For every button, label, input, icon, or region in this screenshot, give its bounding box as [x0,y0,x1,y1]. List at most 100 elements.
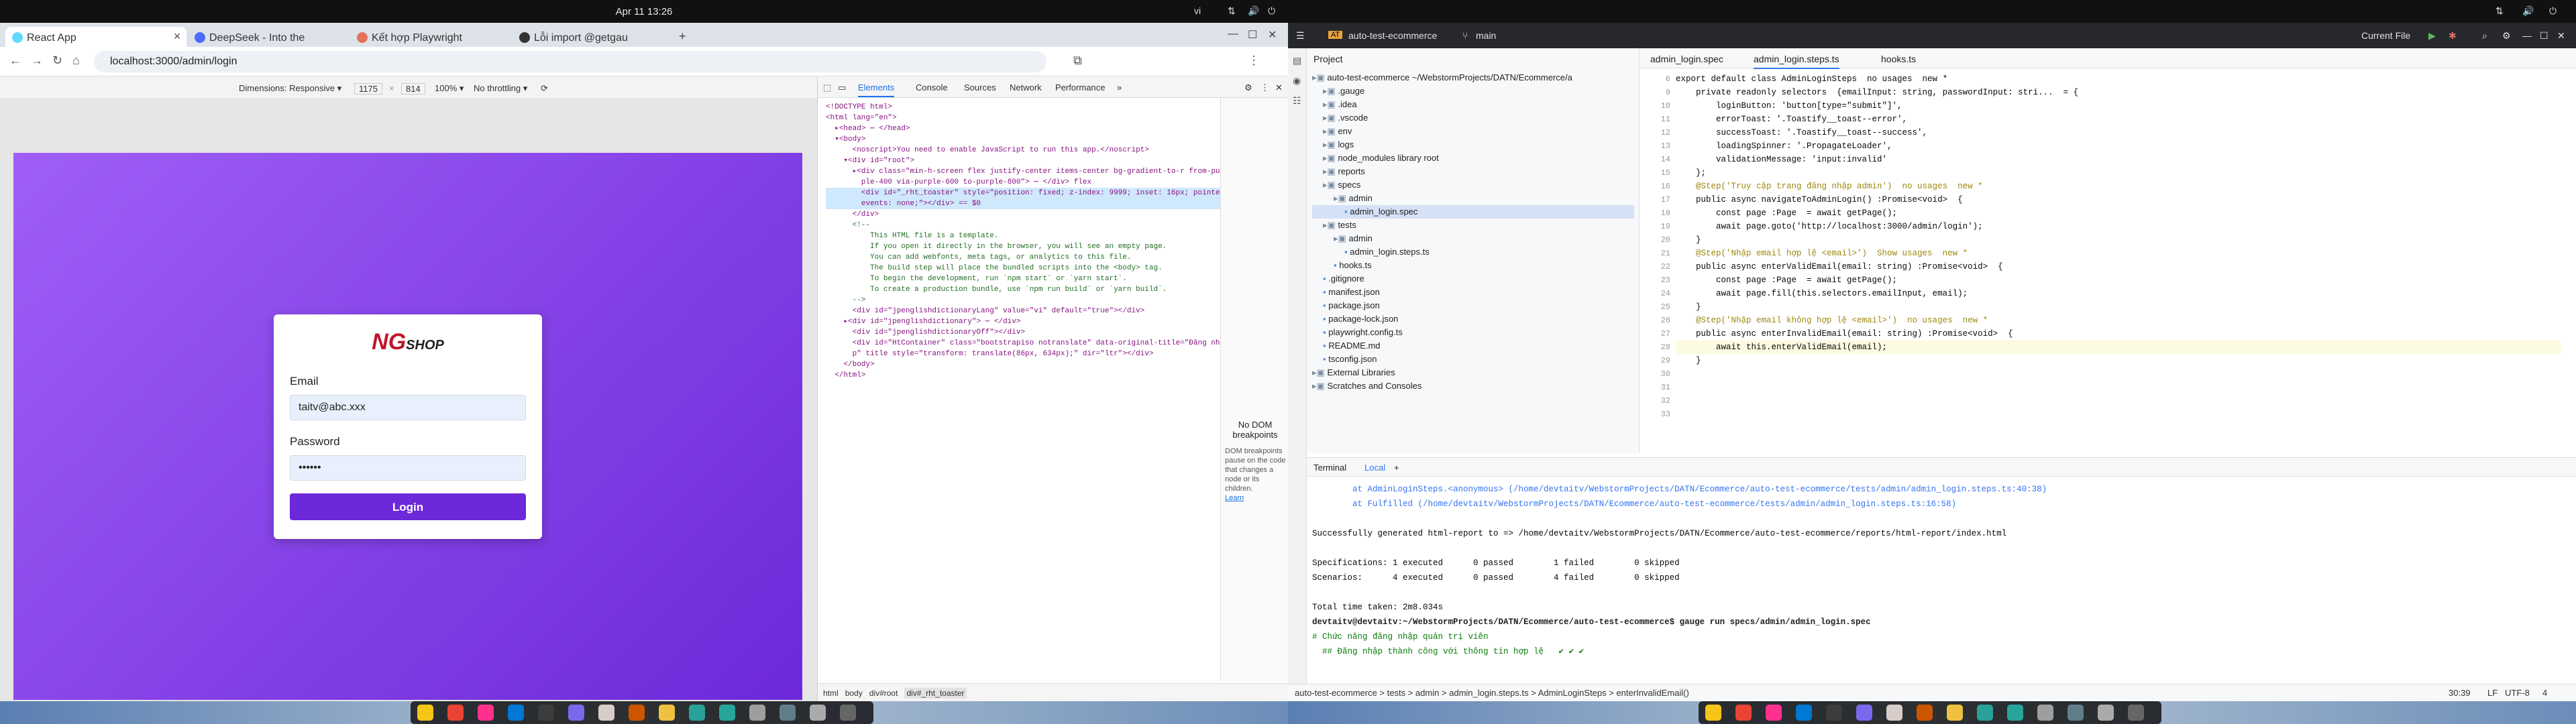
dock-app-icon[interactable] [417,705,433,721]
extensions-icon[interactable]: ⧉ [1073,54,1082,68]
code-line[interactable]: successToast: '.Toastify__toast--success… [1676,126,2561,139]
tree-item-folder[interactable]: ▸▣ specs [1312,178,1634,192]
code-line[interactable]: public async enterInvalidEmail(email: st… [1676,327,2561,341]
tree-item-file[interactable]: ▪ hooks.ts [1312,259,1634,272]
network-icon[interactable]: ⇅ [1228,5,1236,17]
tree-item-folder[interactable]: ▸▣ admin [1312,232,1634,245]
code-line[interactable]: public async enterValidEmail(email: stri… [1676,260,2561,274]
kebab-icon[interactable]: ⋮ [1260,82,1269,93]
dom-node-line[interactable]: If you open it directly in the browser, … [826,241,1220,252]
close-tab-icon[interactable]: ✕ [173,31,181,42]
dom-node-line[interactable]: --> [826,295,1220,306]
navigation-breadcrumb[interactable]: auto-test-ecommerce > tests > admin > ad… [1295,688,1689,698]
code-line[interactable]: @Step('Truy cập trang đăng nhập admin') … [1676,180,2561,193]
dock-app-icon[interactable] [2068,705,2084,721]
code-line[interactable]: const page :Page = await getPage(); [1676,206,2561,220]
dock-app-icon[interactable] [508,705,524,721]
dock-app-icon[interactable] [1826,705,1842,721]
tree-item-file[interactable]: ▪ admin_login.steps.ts [1312,245,1634,259]
learn-link[interactable]: Learn [1225,493,1287,503]
search-icon[interactable]: ⌕ [2482,30,2487,42]
dock-app-icon[interactable] [568,705,584,721]
close-devtools-icon[interactable]: ✕ [1275,82,1283,93]
dock-app-icon[interactable] [1766,705,1782,721]
code-line[interactable]: await page.fill(this.selectors.emailInpu… [1676,287,2561,300]
crumb-toaster[interactable]: div#_rht_toaster [904,688,967,699]
code-line[interactable]: }; [1676,166,2561,180]
dock-app-icon[interactable] [1977,705,1993,721]
tree-item-file[interactable]: ▪ package-lock.json [1312,312,1634,326]
password-input[interactable]: •••••• [290,455,526,481]
zoom-select[interactable]: 100% ▾ [435,83,464,94]
editor-tab-spec[interactable]: admin_login.spec [1650,54,1723,64]
dom-node-line[interactable]: You can add webfonts, meta tags, or anal… [826,252,1220,263]
code-line[interactable]: await this.enterValidEmail(email); [1676,341,2561,354]
close-icon[interactable]: ✕ [2557,30,2565,42]
code-content[interactable]: export default class AdminLoginSteps no … [1676,72,2561,367]
dock-app-icon[interactable] [1735,705,1752,721]
tree-item-file[interactable]: ▪ tsconfig.json [1312,353,1634,366]
run-config-select[interactable]: Current File [2361,30,2410,41]
terminal-title[interactable]: Terminal [1313,463,1346,473]
tree-item-folder[interactable]: ▸▣ .idea [1312,98,1634,111]
dom-node-line[interactable]: To begin the development, run `npm start… [826,274,1220,284]
dom-node-line[interactable]: The build step will place the bundled sc… [826,263,1220,274]
more-tabs-icon[interactable]: » [1117,82,1122,93]
tab-performance[interactable]: Performance [1055,82,1105,93]
tree-item-folder[interactable]: ▸▣ tests [1312,219,1634,232]
login-button[interactable]: Login [290,493,526,520]
tree-item-folder[interactable]: ▸▣ .vscode [1312,111,1634,125]
dock-app-icon[interactable] [749,705,765,721]
browser-tab-github[interactable]: Lỗi import @getgau [513,27,674,47]
settings-icon[interactable]: ⚙ [2502,30,2511,42]
input-language[interactable]: vi [1194,5,1201,16]
browser-tab-playwright[interactable]: Kết hợp Playwright [350,27,511,47]
dom-node-line[interactable]: </div> [826,209,1220,220]
minimize-icon[interactable]: — [2522,30,2532,41]
file-encoding[interactable]: UTF-8 [2505,688,2530,698]
code-line[interactable]: const page :Page = await getPage(); [1676,274,2561,287]
forward-icon[interactable]: → [31,54,43,68]
dom-node-line[interactable]: ▾<body> [826,134,1220,145]
rotate-icon[interactable]: ⟳ [541,83,548,94]
dom-node-line[interactable]: To create a production bundle, use `npm … [826,284,1220,295]
dom-node-line[interactable]: ▾<div id="root"> [826,156,1220,166]
line-separator[interactable]: LF [2487,688,2498,698]
tree-item-file[interactable]: ▪ admin_login.spec [1312,205,1634,219]
code-line[interactable]: await page.goto('http://localhost:3000/a… [1676,220,2561,233]
dock-app-icon[interactable] [478,705,494,721]
dom-node-line[interactable]: </body> [826,359,1220,370]
dock-app-icon[interactable] [659,705,675,721]
inspect-icon[interactable]: ⬚ [823,82,831,93]
dom-node-line[interactable]: This HTML file is a template. [826,231,1220,241]
volume-icon[interactable]: 🔊 [1248,5,1259,17]
home-icon[interactable]: ⌂ [72,54,80,68]
device-toggle-icon[interactable]: ▭ [838,82,846,93]
power-icon-right[interactable]: ⏻ [2549,5,2557,17]
back-icon[interactable]: ← [9,54,21,68]
dom-node-line[interactable]: events: none;"></div> == $0 [826,198,1220,209]
address-bar[interactable]: localhost:3000/admin/login [94,51,1046,72]
dom-node-line[interactable]: <!DOCTYPE html> [826,102,1220,113]
code-line[interactable]: } [1676,233,2561,247]
minimize-icon[interactable]: — [1228,28,1238,40]
dock-app-icon[interactable] [2098,705,2114,721]
code-line[interactable]: } [1676,354,2561,367]
dom-node-line[interactable]: <!-- [826,220,1220,231]
dock-app-icon[interactable] [1856,705,1872,721]
dock-app-icon[interactable] [689,705,705,721]
tab-sources[interactable]: Sources [964,82,996,93]
browser-tab-deepseek[interactable]: DeepSeek - Into the [188,27,349,47]
folder-icon[interactable]: ▤ [1293,55,1301,66]
dom-node-line[interactable]: ▸<div id="jpenglishdictionary"> ⋯ </div> [826,316,1220,327]
code-line[interactable]: public async navigateToAdminLogin() :Pro… [1676,193,2561,206]
editor-tab-steps[interactable]: admin_login.steps.ts [1754,54,1839,69]
browser-tab-react-app[interactable]: React App ✕ [5,27,186,47]
project-switcher[interactable]: auto-test-ecommerce [1348,30,1437,41]
throttle-select[interactable]: No throttling ▾ [474,83,527,94]
tab-console[interactable]: Console [916,82,948,93]
dimensions-select[interactable]: Dimensions: Responsive ▾ [239,83,341,94]
reload-icon[interactable]: ↻ [52,54,62,68]
code-line[interactable]: errorToast: '.Toastify__toast--error', [1676,113,2561,126]
run-icon[interactable]: ▶ [2428,30,2436,42]
